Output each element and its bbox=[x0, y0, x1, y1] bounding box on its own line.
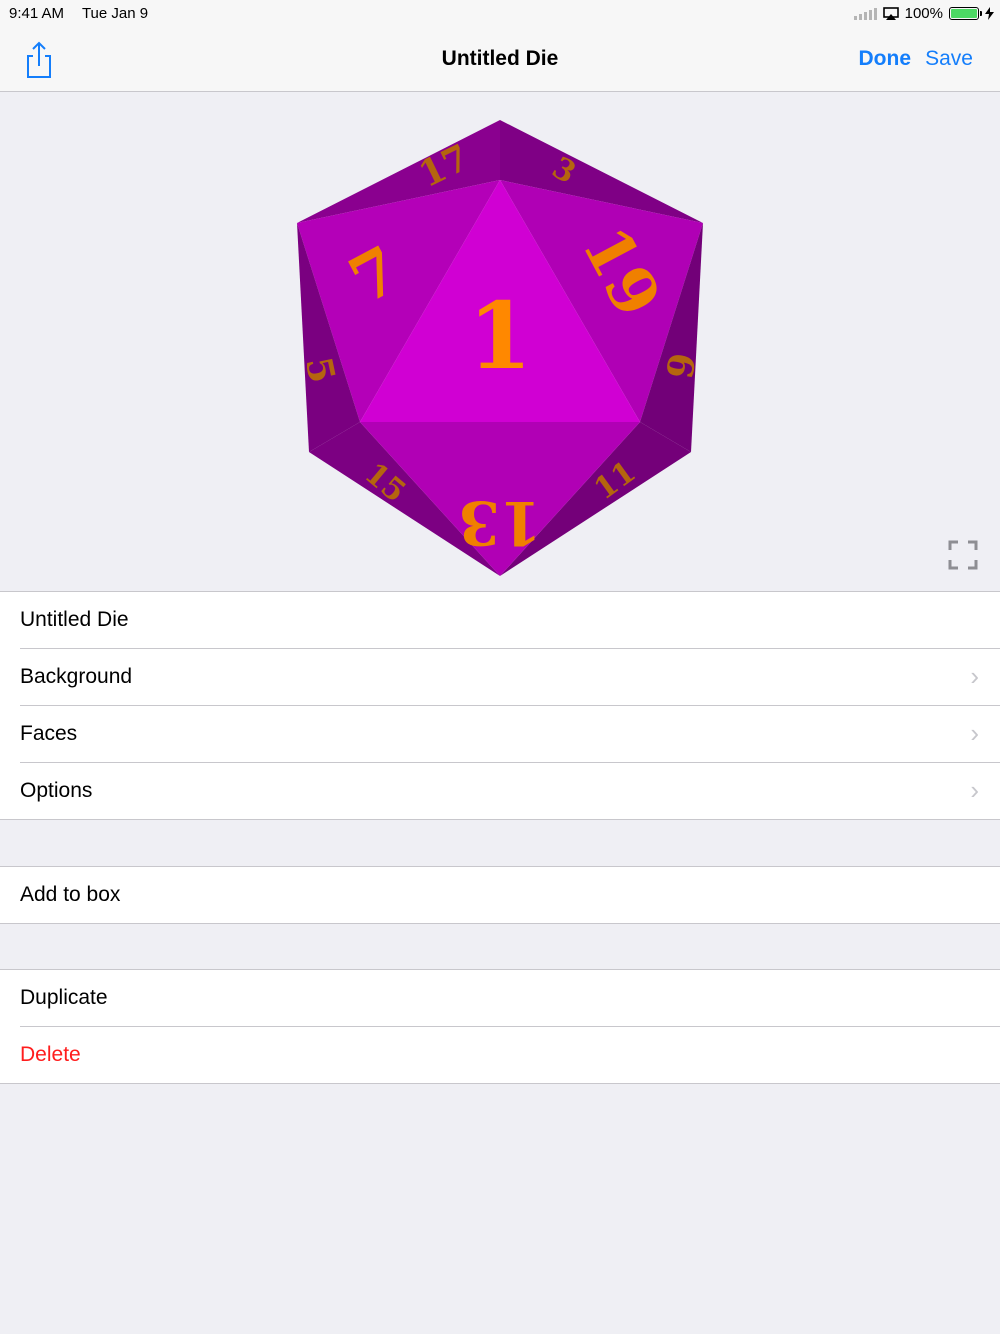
options-label: Options bbox=[20, 779, 93, 802]
battery-icon bbox=[949, 7, 982, 20]
options-row[interactable]: Options › bbox=[0, 762, 1000, 819]
add-to-box-button[interactable]: Add to box bbox=[0, 867, 1000, 923]
die-name-value: Untitled Die bbox=[20, 608, 129, 631]
status-left: 9:41 AM Tue Jan 9 bbox=[9, 5, 162, 22]
navigation-bar: Untitled Die Done Save bbox=[0, 28, 1000, 92]
status-bar: 9:41 AM Tue Jan 9 100% bbox=[0, 0, 1000, 28]
die-name-field[interactable]: Untitled Die bbox=[0, 592, 1000, 648]
die-face-number-center: 1 bbox=[468, 282, 532, 390]
background-label: Background bbox=[20, 665, 133, 688]
done-button[interactable]: Done bbox=[859, 47, 912, 71]
battery-percent: 100% bbox=[904, 5, 943, 22]
status-right: 100% bbox=[853, 5, 994, 22]
charging-bolt-icon bbox=[985, 7, 994, 20]
chevron-right-icon: › bbox=[970, 661, 979, 691]
actions-group: Duplicate Delete bbox=[0, 969, 1000, 1084]
background-row[interactable]: Background › bbox=[0, 648, 1000, 705]
die-preview[interactable]: 1 7 19 13 17 3 5 9 15 11 bbox=[0, 92, 1000, 591]
d20-die-image[interactable]: 1 7 19 13 17 3 5 9 15 11 bbox=[290, 114, 710, 576]
expand-fullscreen-icon bbox=[948, 540, 978, 570]
delete-button[interactable]: Delete bbox=[0, 1026, 1000, 1083]
chevron-right-icon: › bbox=[970, 718, 979, 748]
cellular-signal-icon bbox=[853, 7, 877, 20]
die-settings-group: Untitled Die Background › Faces › Option… bbox=[0, 591, 1000, 820]
page-title: Untitled Die bbox=[441, 47, 559, 70]
delete-label: Delete bbox=[20, 1043, 81, 1066]
status-time: 9:41 AM bbox=[9, 5, 65, 22]
status-date: Tue Jan 9 bbox=[81, 5, 149, 22]
box-group: Add to box bbox=[0, 866, 1000, 924]
add-to-box-label: Add to box bbox=[20, 883, 121, 906]
faces-label: Faces bbox=[20, 722, 78, 745]
chevron-right-icon: › bbox=[970, 775, 979, 805]
die-face-number-bottom: 13 bbox=[458, 487, 542, 557]
save-button[interactable]: Save bbox=[925, 47, 973, 71]
duplicate-button[interactable]: Duplicate bbox=[0, 970, 1000, 1026]
fullscreen-button[interactable] bbox=[948, 540, 978, 570]
airplay-icon bbox=[882, 6, 899, 20]
duplicate-label: Duplicate bbox=[20, 986, 108, 1009]
faces-row[interactable]: Faces › bbox=[0, 705, 1000, 762]
